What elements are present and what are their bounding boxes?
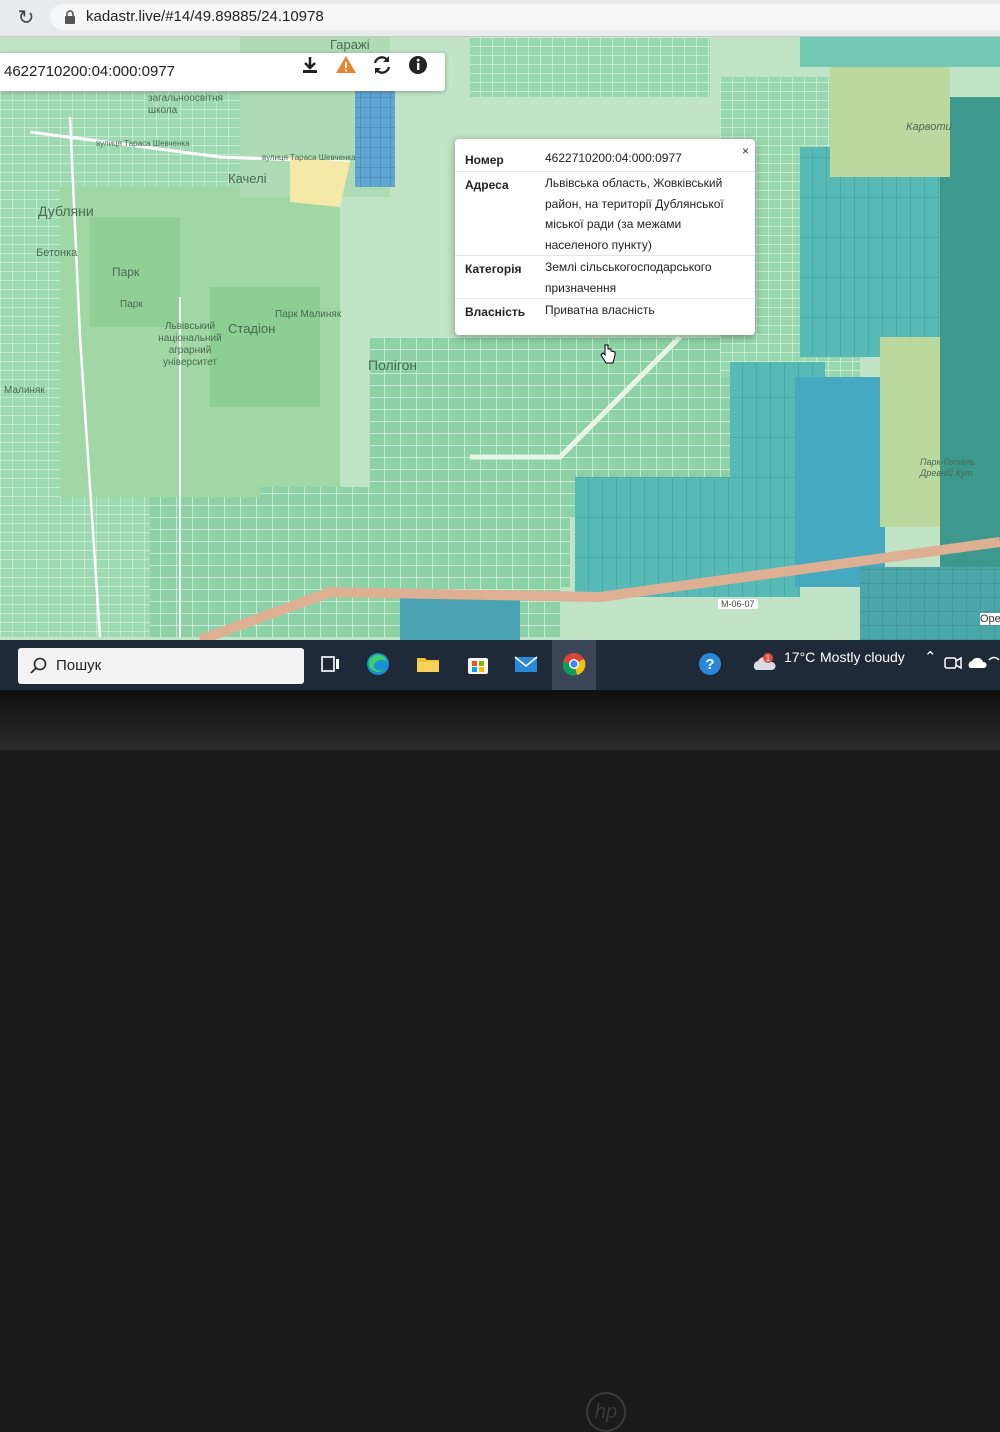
map-label-kacheli: Качелі xyxy=(228,171,267,186)
network-icon[interactable] xyxy=(988,652,1000,674)
popup-key-ownership: Власність xyxy=(465,305,526,319)
map-label-stadion: Стадіон xyxy=(228,321,276,336)
map-label-university: Львівський національний аграрний універс… xyxy=(158,321,222,368)
popup-row-ownership: Власність Приватна власність xyxy=(455,298,755,329)
weather-condition[interactable]: Mostly cloudy xyxy=(820,649,905,665)
reload-icon[interactable]: ↻ xyxy=(14,6,38,30)
browser-toolbar: ↻ kadastr.live/#14/49.89885/24.10978 xyxy=(0,0,1000,37)
map-label-betonka: Бетонка xyxy=(36,247,78,259)
map-label-park-2: Парк xyxy=(120,299,143,310)
search-icon xyxy=(30,657,47,674)
map-label-street-shevchenka: вулиця Тараса Шевченка xyxy=(96,139,190,148)
url-text: kadastr.live/#14/49.89885/24.10978 xyxy=(86,8,324,25)
hp-logo: hp xyxy=(586,1392,626,1432)
taskbar-search-placeholder: Пошук xyxy=(56,657,102,674)
popup-value-address: Львівська область, Жовківський район, на… xyxy=(545,176,724,252)
weather-temperature[interactable]: 17°C xyxy=(784,649,815,665)
edge-icon[interactable] xyxy=(364,650,392,678)
map-label-poligon: Полігон xyxy=(368,357,418,373)
map-label-ore: Оре xyxy=(980,613,1000,625)
screen: ↻ kadastr.live/#14/49.89885/24.10978 Гар… xyxy=(0,0,1000,690)
chrome-icon[interactable] xyxy=(560,650,588,678)
file-explorer-icon[interactable] xyxy=(414,650,442,678)
popup-value-category: Землі сільськогосподарського призначення xyxy=(545,260,712,295)
meet-now-icon[interactable] xyxy=(942,652,964,674)
map-label-malynyak: Малиняк xyxy=(4,385,45,396)
map-label-school: загальноосвітня школа xyxy=(148,93,223,116)
refresh-icon[interactable] xyxy=(370,53,394,77)
cadastral-search-panel: 4622710200:04:000:0977 xyxy=(0,53,445,91)
map-label-park-hotel: Парк-Готель Древній Кут xyxy=(920,457,976,478)
popup-row-category: Категорія Землі сільськогосподарського п… xyxy=(455,255,755,299)
warning-icon[interactable] xyxy=(334,53,358,77)
map-label-park: Парк xyxy=(112,265,140,279)
map-label-dublyany: Дубляни xyxy=(38,203,94,219)
lock-icon xyxy=(65,10,75,24)
cadastral-map[interactable]: Гаражі загальноосвітня школа вулиця Тара… xyxy=(0,37,1000,640)
mail-icon[interactable] xyxy=(512,650,540,678)
laptop-bezel: hp xyxy=(0,690,1000,1432)
address-bar[interactable]: kadastr.live/#14/49.89885/24.10978 xyxy=(50,4,1000,30)
popup-key-category: Категорія xyxy=(465,262,522,276)
popup-key-number: Номер xyxy=(465,153,504,167)
info-icon[interactable] xyxy=(406,53,430,77)
parcel-info-popup: × Номер 4622710200:04:000:0977 Адреса Ль… xyxy=(455,139,755,335)
map-label-street-shevchenka-2: вулиця Тараса Шевченка xyxy=(262,153,356,162)
popup-value-ownership: Приватна власність xyxy=(545,303,655,317)
cadastral-number[interactable]: 4622710200:04:000:0977 xyxy=(4,63,175,80)
download-icon[interactable] xyxy=(298,53,322,77)
taskbar: Пошук ? 1 17°C Mostly cloudy ⌃ xyxy=(0,640,1000,690)
map-label-garages: Гаражі xyxy=(330,37,370,52)
task-view-icon[interactable] xyxy=(316,650,344,678)
popup-value-number: 4622710200:04:000:0977 xyxy=(545,151,682,165)
map-label-karvoty: Карвоти xyxy=(906,121,952,133)
popup-row-number: Номер 4622710200:04:000:0977 xyxy=(455,147,755,171)
help-icon[interactable]: ? xyxy=(696,650,724,678)
popup-key-address: Адреса xyxy=(465,178,509,192)
road-shield: M-06-07 xyxy=(718,599,758,609)
hand-cursor-icon xyxy=(600,344,616,364)
onedrive-icon[interactable] xyxy=(966,652,988,674)
chevron-up-icon[interactable]: ⌃ xyxy=(924,648,937,666)
popup-row-address: Адреса Львівська область, Жовківський ра… xyxy=(455,171,755,256)
microsoft-store-icon[interactable] xyxy=(464,650,492,678)
weather-cloud-icon[interactable]: 1 xyxy=(750,650,778,678)
taskbar-search[interactable]: Пошук xyxy=(18,648,304,684)
weather-badge: 1 xyxy=(766,654,771,663)
svg-text:?: ? xyxy=(705,656,714,673)
map-label-park-malynyak: Парк Малиняк xyxy=(275,309,342,320)
